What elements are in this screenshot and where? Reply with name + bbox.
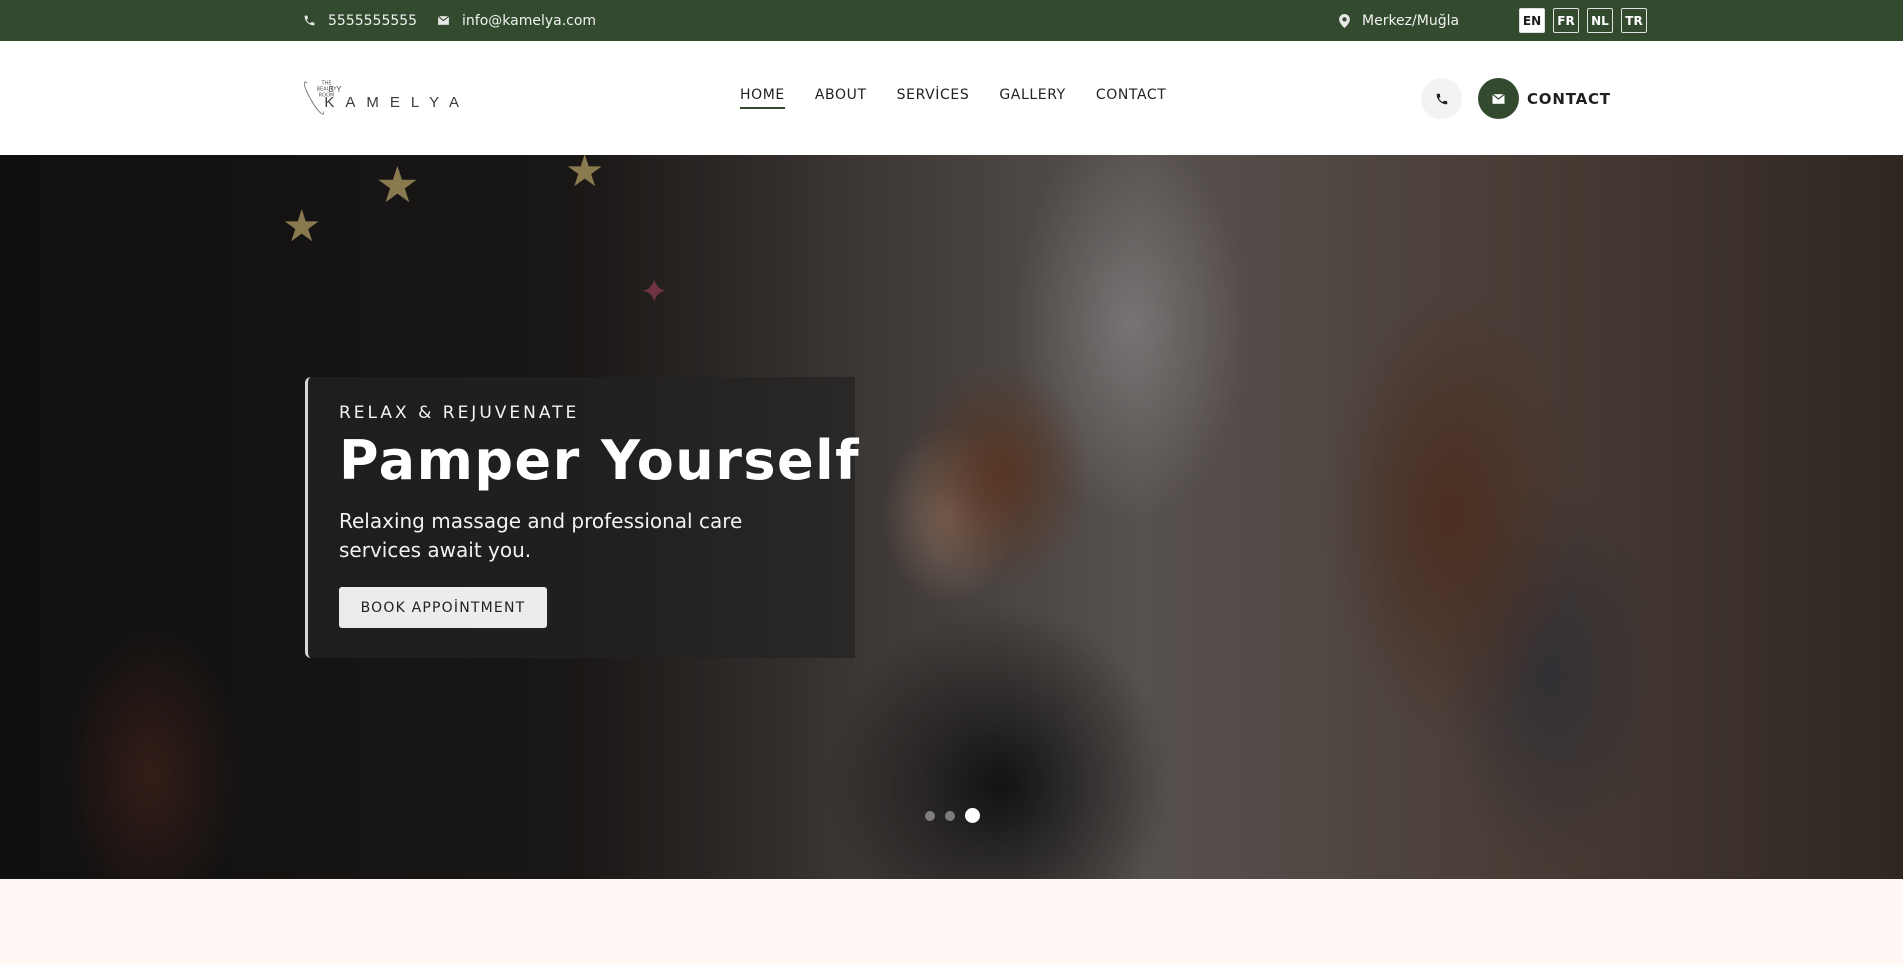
lang-en[interactable]: EN (1519, 8, 1545, 33)
site-logo[interactable]: THE BEAUTY ROOM BY KAMELYA (301, 73, 470, 123)
lang-tr[interactable]: TR (1621, 8, 1647, 33)
site-header: THE BEAUTY ROOM BY KAMELYA HOME ABOUT SE… (0, 41, 1903, 155)
logo-by: BY (328, 85, 345, 94)
slider-dot-active[interactable] (965, 808, 980, 823)
slider-dots (925, 808, 980, 823)
topbar-email[interactable]: info@kamelya.com (437, 0, 596, 41)
hero-caption: RELAX & REJUVENATE Pamper Yourself Relax… (305, 377, 859, 658)
main-nav: HOME ABOUT SERVİCES GALLERY CONTACT (740, 41, 1166, 155)
hero-subtitle: RELAX & REJUVENATE (339, 403, 580, 423)
language-switcher: EN FR NL TR (1519, 8, 1647, 33)
hero-overlay (0, 155, 1903, 879)
phone-icon (1436, 93, 1447, 104)
nav-services[interactable]: SERVİCES (897, 87, 970, 109)
hero-slider: ★ ★ ★ ✦ RELAX & REJUVENATE Pamper Yourse… (0, 155, 1903, 879)
hero-description: Relaxing massage and professional care s… (339, 509, 743, 562)
map-pin-icon (1339, 13, 1350, 28)
content-section (0, 879, 1903, 965)
envelope-icon (437, 15, 450, 25)
topbar-location-text: Merkez/Muğla (1362, 12, 1460, 29)
nav-about[interactable]: ABOUT (815, 87, 867, 109)
contact-circle (1478, 78, 1519, 119)
nav-contact[interactable]: CONTACT (1096, 87, 1167, 109)
envelope-icon (1492, 93, 1505, 104)
topbar-location: Merkez/Muğla (1339, 0, 1459, 41)
lang-fr[interactable]: FR (1553, 8, 1579, 33)
header-contact-button[interactable]: CONTACT (1478, 78, 1611, 119)
contact-label: CONTACT (1527, 89, 1611, 108)
lang-nl[interactable]: NL (1587, 8, 1613, 33)
topbar-phone-text: 5555555555 (328, 12, 418, 29)
slider-dot[interactable] (945, 810, 955, 821)
logo-inner-text: THE BEAUTY ROOM (316, 80, 337, 99)
slider-dot[interactable] (925, 810, 935, 821)
header-phone-button[interactable] (1421, 78, 1462, 119)
book-appointment-button[interactable]: BOOK APPOİNTMENT (339, 587, 547, 628)
topbar-email-text: info@kamelya.com (462, 12, 597, 29)
logo-name: KAMELYA (324, 94, 470, 111)
logo-ring: THE BEAUTY ROOM (301, 79, 336, 117)
hero-title: Pamper Yourself (339, 429, 861, 492)
logo-wordmark: BY KAMELYA (324, 85, 470, 111)
nav-gallery[interactable]: GALLERY (999, 87, 1065, 109)
phone-icon (304, 15, 315, 26)
topbar-phone[interactable]: 5555555555 (303, 0, 417, 41)
top-bar: 5555555555 info@kamelya.com Merkez/Muğla… (0, 0, 1903, 41)
nav-home[interactable]: HOME (740, 87, 785, 109)
